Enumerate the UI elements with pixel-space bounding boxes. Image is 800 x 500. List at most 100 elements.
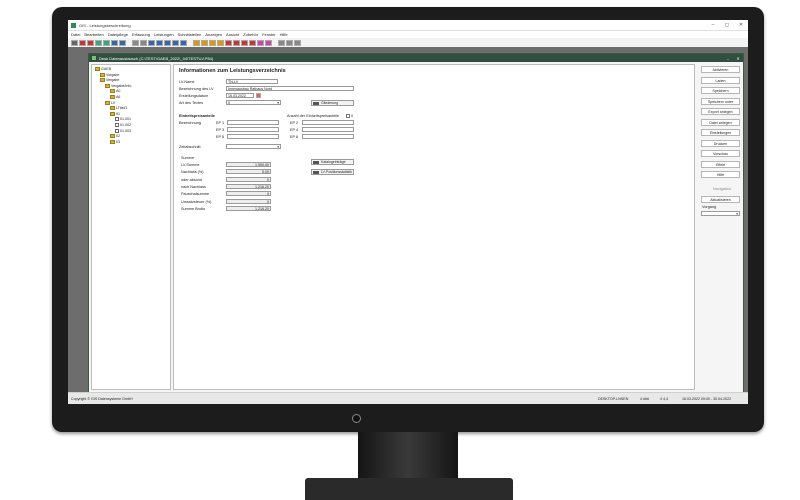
summe-value[interactable]: 1.216,20 — [226, 183, 271, 189]
tree-item[interactable]: LTitel/1 — [110, 106, 127, 111]
minimize-button[interactable]: – — [706, 22, 720, 28]
lvname-input[interactable]: TN-LV — [226, 79, 278, 84]
calendar-icon[interactable] — [256, 93, 261, 98]
ep4-input[interactable] — [302, 127, 354, 132]
action-button-4[interactable]: Export anlegen — [701, 108, 740, 115]
bezeichnung-input[interactable]: Innenausbau Rathaus Nord — [226, 86, 354, 91]
action-button-0[interactable]: Aktivieren — [701, 66, 740, 73]
menu-item-4[interactable]: Leistungen — [154, 32, 174, 37]
toolbar-button-icon[interactable] — [87, 39, 94, 46]
child-minimize-button[interactable]: – — [723, 56, 733, 61]
waehrung-select[interactable] — [226, 144, 281, 149]
tree-item[interactable]: Vergabe — [100, 78, 120, 83]
summe-value[interactable]: 1.216,20 — [226, 205, 271, 211]
toolbar-button-icon[interactable] — [265, 39, 272, 46]
navigation-label: Navigation — [713, 187, 731, 191]
folder-icon — [110, 111, 115, 116]
toolbar-button-icon[interactable] — [95, 39, 102, 46]
toolbar-button-icon[interactable] — [156, 39, 163, 46]
toolbar-button-icon[interactable] — [249, 39, 256, 46]
summe-value[interactable]: 0 — [226, 191, 271, 197]
toolbar-button-icon[interactable] — [278, 39, 285, 46]
tree-item[interactable]: 01.003 — [115, 128, 131, 133]
toolbar-button-icon[interactable] — [217, 39, 224, 46]
lv-tree[interactable]: GAEB Vorgabe Vergabe Vergabe/Info A0 A6 LV LTit… — [91, 64, 171, 390]
toolbar-button-icon[interactable] — [172, 39, 179, 46]
menu-item-1[interactable]: Bearbeiten — [84, 32, 103, 37]
toolbar-button-icon[interactable] — [111, 39, 118, 46]
action-button-2[interactable]: Speichern — [701, 87, 740, 94]
menu-item-0[interactable]: Datei — [71, 32, 80, 37]
datum-input[interactable]: 16.03.2022 — [226, 93, 254, 98]
vorgang-label: Vorgang — [702, 205, 717, 209]
menu-item-8[interactable]: Zubehör — [243, 32, 258, 37]
action-button-9[interactable]: Effekt — [701, 160, 740, 168]
toolbar-button-icon[interactable] — [257, 39, 264, 46]
action-button-3[interactable]: Speichern unter — [701, 97, 740, 105]
tree-item[interactable]: 03 — [110, 139, 120, 144]
ep2-input[interactable] — [302, 120, 354, 125]
tree-item[interactable]: Vergabe/Info — [105, 83, 131, 88]
toolbar-button-icon[interactable] — [164, 39, 171, 46]
close-button[interactable]: ✕ — [734, 22, 748, 28]
toolbar-button-icon[interactable] — [286, 39, 293, 46]
menu-item-2[interactable]: Dateipflege — [108, 32, 128, 37]
tree-item[interactable]: 02 — [110, 134, 120, 139]
menu-item-9[interactable]: Fenster — [262, 32, 276, 37]
toolbar-button-icon[interactable] — [201, 39, 208, 46]
summe-value[interactable]: 5,00 — [226, 169, 271, 175]
toolbar-button-icon[interactable] — [209, 39, 216, 46]
aktualisieren-button[interactable]: Aktualisieren — [701, 196, 740, 203]
toolbar-button-icon[interactable] — [241, 39, 248, 46]
action-button-10[interactable]: Hilfe — [701, 171, 740, 178]
toolbar-button-icon[interactable] — [148, 39, 155, 46]
menu-item-3[interactable]: Erfassung — [132, 32, 150, 37]
summe-value[interactable]: 0 — [226, 198, 271, 204]
gliederung-button[interactable]: Gliederung — [311, 100, 354, 106]
tree-item[interactable]: 01 — [110, 111, 120, 116]
typ-select[interactable]: 0 — [226, 100, 281, 105]
ep3-input[interactable] — [227, 127, 279, 132]
vorgang-select[interactable] — [701, 211, 740, 216]
action-button-8[interactable]: Vorschau — [701, 150, 740, 157]
toolbar-button-icon[interactable] — [132, 39, 139, 46]
toolbar-button-icon[interactable] — [103, 39, 110, 46]
toolbar-button-icon[interactable] — [119, 39, 126, 46]
tree-item[interactable]: A6 — [110, 95, 120, 99]
toolbar-button-icon[interactable] — [140, 39, 147, 46]
tree-item[interactable]: 01.002 — [115, 123, 131, 127]
action-button-6[interactable]: Einstellungen — [701, 129, 740, 136]
action-button-1[interactable]: Laden — [701, 76, 740, 84]
action-button-5[interactable]: Datei anlegen — [701, 118, 740, 126]
maximize-button[interactable]: ◻ — [720, 22, 734, 28]
tree-item[interactable]: GAEB — [95, 67, 111, 71]
ep5-input[interactable] — [227, 134, 279, 139]
ep6-input[interactable] — [302, 134, 354, 139]
menu-item-5[interactable]: Schnittstellen — [178, 32, 202, 37]
menu-item-6[interactable]: Anzeigen — [205, 32, 222, 37]
tree-item[interactable]: Vorgabe — [100, 72, 119, 77]
summe-label: nach Nachlass — [181, 184, 206, 189]
ep1-input[interactable] — [227, 120, 279, 125]
tree-item[interactable]: 01.001 — [115, 117, 131, 122]
toolbar-button-icon[interactable] — [233, 39, 240, 46]
toolbar-button-icon[interactable] — [193, 39, 200, 46]
menu-item-10[interactable]: Hilfe — [280, 32, 288, 37]
child-close-button[interactable]: ✕ — [733, 56, 743, 61]
action-button-7[interactable]: Drucken — [701, 139, 740, 147]
menu-item-7[interactable]: Ansicht — [226, 32, 239, 37]
summe-value[interactable]: 0 — [226, 176, 271, 182]
positionen-button[interactable]: LV-Positionsstatistik — [311, 169, 354, 175]
toolbar-button-icon[interactable] — [294, 39, 301, 46]
tree-item-label: Vergabe — [106, 78, 120, 83]
folder-icon — [110, 95, 115, 99]
tree-item[interactable]: A0 — [110, 89, 120, 94]
summe-value[interactable]: 1.590,00 — [226, 162, 271, 167]
toolbar-button-icon[interactable] — [71, 39, 78, 46]
tree-item[interactable]: LV — [105, 100, 115, 105]
anzahl-checkbox[interactable] — [346, 114, 350, 118]
toolbar-button-icon[interactable] — [79, 39, 86, 46]
toolbar-button-icon[interactable] — [180, 39, 187, 46]
katalog-button[interactable]: Katalogeinträge — [311, 159, 354, 165]
toolbar-button-icon[interactable] — [225, 39, 232, 46]
